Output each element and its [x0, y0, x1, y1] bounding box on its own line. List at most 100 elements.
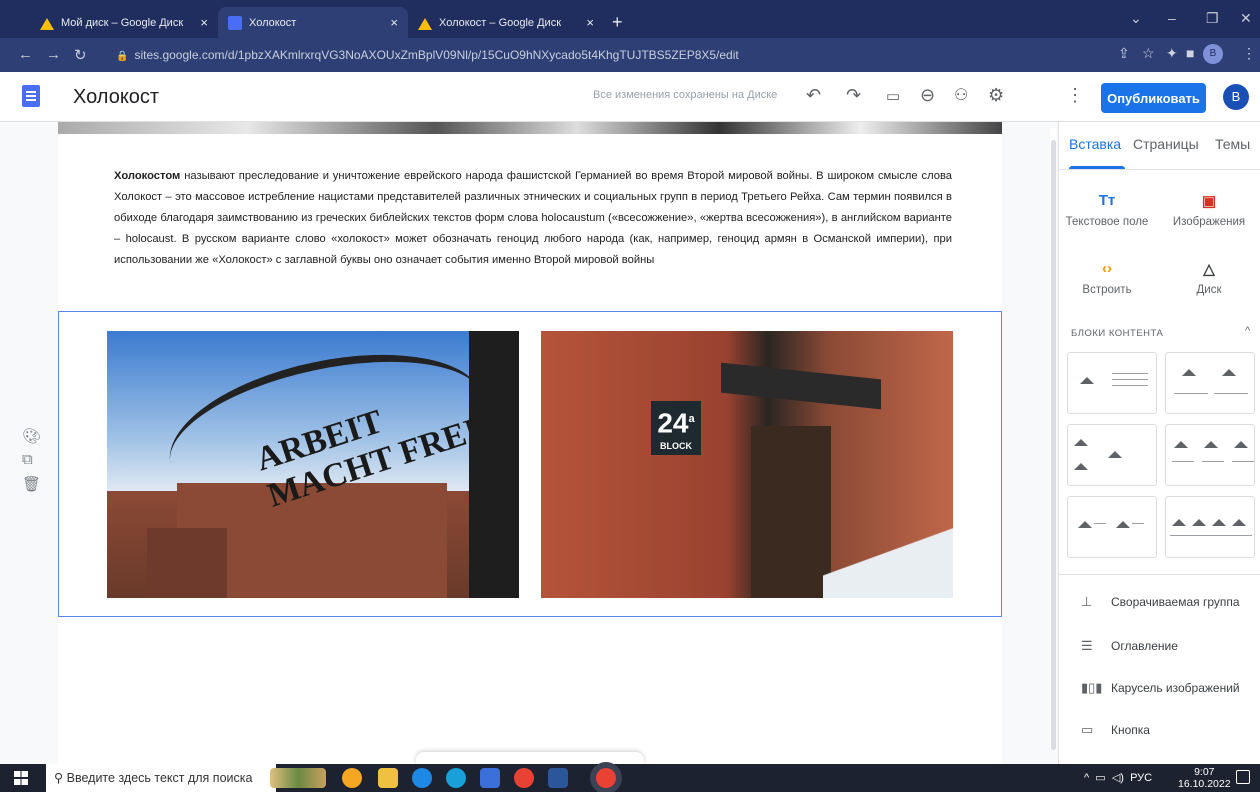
- editor-canvas: 🎨︎ ⧉ 🗑︎ Холокостом называют преследовани…: [0, 122, 1058, 764]
- taskbar-search-placeholder: Введите здесь текст для поиска: [66, 771, 253, 785]
- copy-link-icon[interactable]: ⊖: [920, 85, 935, 106]
- back-icon[interactable]: ←: [18, 46, 33, 63]
- image-section[interactable]: ARBEIT MACHT FREI 24a BLOCK: [58, 311, 1002, 617]
- doorway: [751, 426, 831, 598]
- tab-search-icon[interactable]: ⌄: [1130, 10, 1142, 27]
- divider: [1059, 574, 1260, 575]
- close-tab-icon[interactable]: ×: [200, 15, 208, 30]
- forward-icon[interactable]: →: [46, 46, 61, 63]
- taskbar-search-box[interactable]: ⚲ Введите здесь текст для поиска: [46, 764, 276, 792]
- browser-profile-avatar[interactable]: В: [1203, 44, 1223, 64]
- new-tab-button[interactable]: +: [612, 12, 623, 33]
- insert-embed[interactable]: ‹› Встроить: [1059, 260, 1155, 296]
- insert-collapsible-group[interactable]: ⊥ Сворачиваемая группа: [1081, 594, 1240, 610]
- system-tray: ^ ▭ ◁) РУС: [1084, 771, 1152, 784]
- url-bar[interactable]: 🔒 sites.google.com/d/1pbzXAKmlrxrqVG3NoAX…: [108, 43, 1088, 67]
- table-of-contents-label: Оглавление: [1111, 639, 1178, 653]
- language-indicator[interactable]: РУС: [1130, 772, 1152, 784]
- tab-holocaust-site[interactable]: Холокост ×: [218, 7, 408, 38]
- add-section-prompt[interactable]: [416, 752, 644, 764]
- save-app-icon[interactable]: [480, 768, 500, 788]
- chevron-up-icon[interactable]: ^: [1245, 325, 1250, 337]
- insert-drive[interactable]: △ Диск: [1161, 260, 1257, 296]
- header-image-strip[interactable]: [58, 122, 1002, 134]
- palette-icon[interactable]: 🎨︎: [22, 427, 48, 451]
- close-tab-icon[interactable]: ×: [390, 15, 398, 30]
- content-block-two-images[interactable]: [1165, 352, 1255, 414]
- share-with-others-icon[interactable]: ⚇: [954, 85, 968, 105]
- button-label: Кнопка: [1111, 723, 1150, 737]
- bookmark-star-icon[interactable]: ☆: [1142, 45, 1155, 62]
- file-explorer-icon[interactable]: [378, 768, 398, 788]
- tab-pages[interactable]: Страницы: [1133, 136, 1199, 152]
- share-icon[interactable]: ⇪: [1118, 45, 1130, 62]
- tab-insert[interactable]: Вставка: [1069, 136, 1121, 152]
- chrome-active-icon[interactable]: [596, 768, 616, 788]
- browser-tab-strip: Мой диск – Google Диск × Холокост × Холо…: [0, 0, 1260, 38]
- sites-header: Холокост Все изменения сохранены на Диск…: [0, 72, 1260, 122]
- address-toolbar: ← → ↻ 🔒 sites.google.com/d/1pbzXAKmlrxrqV…: [0, 38, 1260, 72]
- account-avatar[interactable]: В: [1223, 84, 1249, 110]
- google-sites-logo-icon[interactable]: [22, 85, 40, 107]
- content-block-image-text[interactable]: [1067, 352, 1157, 414]
- intro-text-box[interactable]: Холокостом называют преследование и унич…: [114, 166, 952, 271]
- preview-icon[interactable]: ▭: [886, 87, 900, 105]
- delete-section-icon[interactable]: 🗑︎: [22, 475, 48, 499]
- word-icon[interactable]: [548, 768, 568, 788]
- insert-image-carousel[interactable]: ▮▯▮ Карусель изображений: [1081, 680, 1240, 696]
- close-tab-icon[interactable]: ×: [586, 15, 594, 30]
- lock-icon: 🔒: [116, 51, 129, 62]
- gate-post: [469, 331, 519, 598]
- tab-title: Мой диск – Google Диск: [61, 16, 184, 29]
- scrollbar-thumb[interactable]: [1051, 140, 1056, 750]
- clock-time: 9:07: [1194, 766, 1215, 778]
- site-title[interactable]: Холокост: [73, 86, 159, 109]
- tab-themes[interactable]: Темы: [1215, 136, 1250, 152]
- tab-title: Холокост – Google Диск: [439, 16, 562, 29]
- undo-icon[interactable]: ↶: [806, 85, 821, 106]
- content-block-image-captions[interactable]: [1067, 496, 1157, 558]
- skype-icon[interactable]: [412, 768, 432, 788]
- chrome-icon[interactable]: [514, 768, 534, 788]
- google-drive-icon: [40, 16, 54, 30]
- content-block-four-images[interactable]: [1165, 496, 1255, 558]
- close-window-icon[interactable]: ✕: [1240, 10, 1252, 27]
- side-panel-icon[interactable]: ■: [1186, 45, 1194, 61]
- insert-text-box[interactable]: Tт Текстовое поле: [1059, 192, 1155, 228]
- tab-holocaust-drive[interactable]: Холокост – Google Диск ×: [408, 7, 604, 38]
- duplicate-section-icon[interactable]: ⧉: [22, 451, 48, 475]
- settings-gear-icon[interactable]: ⚙: [988, 85, 1004, 106]
- clock[interactable]: 9:07 16.10.2022: [1178, 766, 1231, 790]
- insert-images-label: Изображения: [1172, 216, 1246, 228]
- search-icon: ⚲: [54, 771, 67, 785]
- site-page: Холокостом называют преследование и унич…: [58, 122, 1002, 764]
- restore-icon[interactable]: ❐: [1206, 10, 1219, 27]
- content-blocks-header: БЛОКИ КОНТЕНТА: [1071, 328, 1164, 339]
- browser-menu-icon[interactable]: ⋮: [1242, 45, 1256, 62]
- windows-start-icon[interactable]: [14, 771, 28, 785]
- search-highlight-image[interactable]: [270, 768, 326, 788]
- insert-table-of-contents[interactable]: ☰ Оглавление: [1081, 638, 1178, 654]
- content-block-image-grid[interactable]: [1067, 424, 1157, 486]
- chevron-up-icon[interactable]: ^: [1084, 772, 1089, 784]
- taskbar-app-icon[interactable]: [342, 768, 362, 788]
- awning: [721, 362, 881, 410]
- insert-button[interactable]: ▭ Кнопка: [1081, 722, 1150, 738]
- block-number: 24a: [657, 407, 695, 439]
- publish-button[interactable]: Опубликовать: [1101, 83, 1206, 113]
- extensions-icon[interactable]: ✦: [1166, 45, 1178, 62]
- reload-icon[interactable]: ↻: [74, 46, 87, 64]
- content-block-three-images[interactable]: [1165, 424, 1255, 486]
- network-icon[interactable]: ▭: [1095, 772, 1105, 784]
- block-24-photo[interactable]: 24a BLOCK: [541, 331, 953, 598]
- minimize-icon[interactable]: –: [1168, 10, 1176, 26]
- edge-icon[interactable]: [446, 768, 466, 788]
- volume-icon[interactable]: ◁): [1112, 772, 1124, 784]
- tab-my-drive[interactable]: Мой диск – Google Диск ×: [30, 7, 218, 38]
- notifications-icon[interactable]: [1236, 770, 1250, 784]
- insert-images[interactable]: ▣ Изображения: [1161, 192, 1257, 228]
- redo-icon[interactable]: ↷: [846, 85, 861, 106]
- more-options-icon[interactable]: ⋮: [1066, 85, 1084, 106]
- auschwitz-gate-photo[interactable]: ARBEIT MACHT FREI: [107, 331, 519, 598]
- collapsible-group-label: Сворачиваемая группа: [1111, 595, 1240, 609]
